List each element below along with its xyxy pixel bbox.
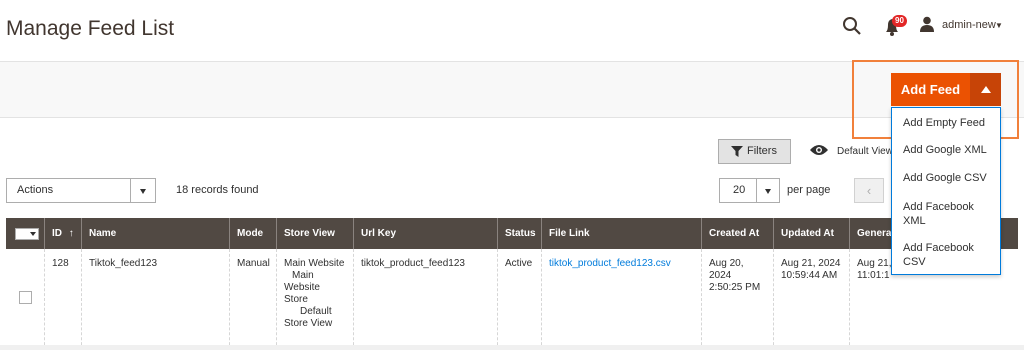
filters-label: Filters	[747, 145, 777, 157]
table-row: 128 Tiktok_feed123 Manual Main Website M…	[6, 249, 1018, 350]
sort-arrow-icon: ↑	[68, 228, 74, 239]
mass-select-header[interactable]	[6, 218, 45, 249]
search-icon[interactable]	[842, 16, 862, 36]
file-link[interactable]: tiktok_product_feed123.csv	[549, 258, 671, 269]
filters-button[interactable]: Filters	[718, 139, 791, 164]
dropdown-item-add-facebook-xml[interactable]: Add Facebook XML	[892, 200, 1000, 228]
column-header-url-key[interactable]: Url Key	[354, 218, 498, 249]
row-checkbox[interactable]	[19, 291, 32, 304]
cell-updated-at: Aug 21, 2024 10:59:44 AM	[774, 249, 850, 350]
previous-page-button[interactable]: ‹	[854, 178, 884, 203]
row-select-cell	[6, 249, 45, 350]
dropdown-item-add-facebook-csv[interactable]: Add Facebook CSV	[892, 241, 1000, 269]
column-header-store-view[interactable]: Store View	[277, 218, 354, 249]
column-header-file-link[interactable]: File Link	[542, 218, 702, 249]
cell-name: Tiktok_feed123	[82, 249, 230, 350]
cell-store-view: Main Website Main Website Store Default …	[277, 249, 354, 350]
records-found: 18 records found	[176, 184, 259, 196]
chevron-up-icon	[981, 86, 991, 93]
bottom-divider	[0, 345, 1024, 350]
cell-created-at: Aug 20, 2024 2:50:25 PM	[702, 249, 774, 350]
per-page-label: per page	[787, 184, 831, 196]
chevron-down-icon	[756, 179, 779, 202]
chevron-down-icon[interactable]: ▼	[995, 21, 1003, 30]
eye-icon[interactable]	[810, 144, 828, 156]
mass-actions-select[interactable]: Actions	[6, 178, 156, 203]
dropdown-item-add-google-xml[interactable]: Add Google XML	[892, 143, 998, 157]
cell-status: Active	[498, 249, 542, 350]
grid-header: ID ↑ Name Mode Store View Url Key Status…	[6, 218, 1018, 249]
cell-url-key: tiktok_product_feed123	[354, 249, 498, 350]
dropdown-item-add-google-csv[interactable]: Add Google CSV	[892, 171, 998, 185]
column-header-updated-at[interactable]: Updated At	[774, 218, 850, 249]
add-feed-toggle-button[interactable]	[970, 73, 1001, 106]
user-icon[interactable]	[920, 16, 934, 32]
dropdown-item-add-empty-feed[interactable]: Add Empty Feed	[892, 116, 996, 130]
mass-select-checkbox[interactable]	[15, 228, 39, 240]
default-view-label[interactable]: Default View	[837, 146, 893, 157]
column-header-status[interactable]: Status	[498, 218, 542, 249]
chevron-down-icon	[130, 179, 155, 202]
cell-id: 128	[45, 249, 82, 350]
add-feed-dropdown: Add Empty Feed Add Google XML Add Google…	[891, 107, 1001, 275]
cell-file-link: tiktok_product_feed123.csv	[542, 249, 702, 350]
actions-label: Actions	[17, 184, 54, 196]
column-header-name[interactable]: Name	[82, 218, 230, 249]
per-page-value: 20	[733, 184, 746, 196]
funnel-icon	[731, 146, 743, 157]
notification-badge: 90	[892, 15, 907, 27]
column-header-created-at[interactable]: Created At	[702, 218, 774, 249]
user-name[interactable]: admin-new	[942, 19, 996, 31]
add-feed-button[interactable]: Add Feed	[891, 73, 970, 106]
page: Manage Feed List 90 admin-new ▼ Add Feed…	[0, 0, 1024, 350]
per-page-select[interactable]: 20	[719, 178, 780, 203]
page-title: Manage Feed List	[6, 17, 175, 40]
column-header-id[interactable]: ID ↑	[45, 218, 82, 249]
cell-mode: Manual	[230, 249, 277, 350]
column-header-mode[interactable]: Mode	[230, 218, 277, 249]
